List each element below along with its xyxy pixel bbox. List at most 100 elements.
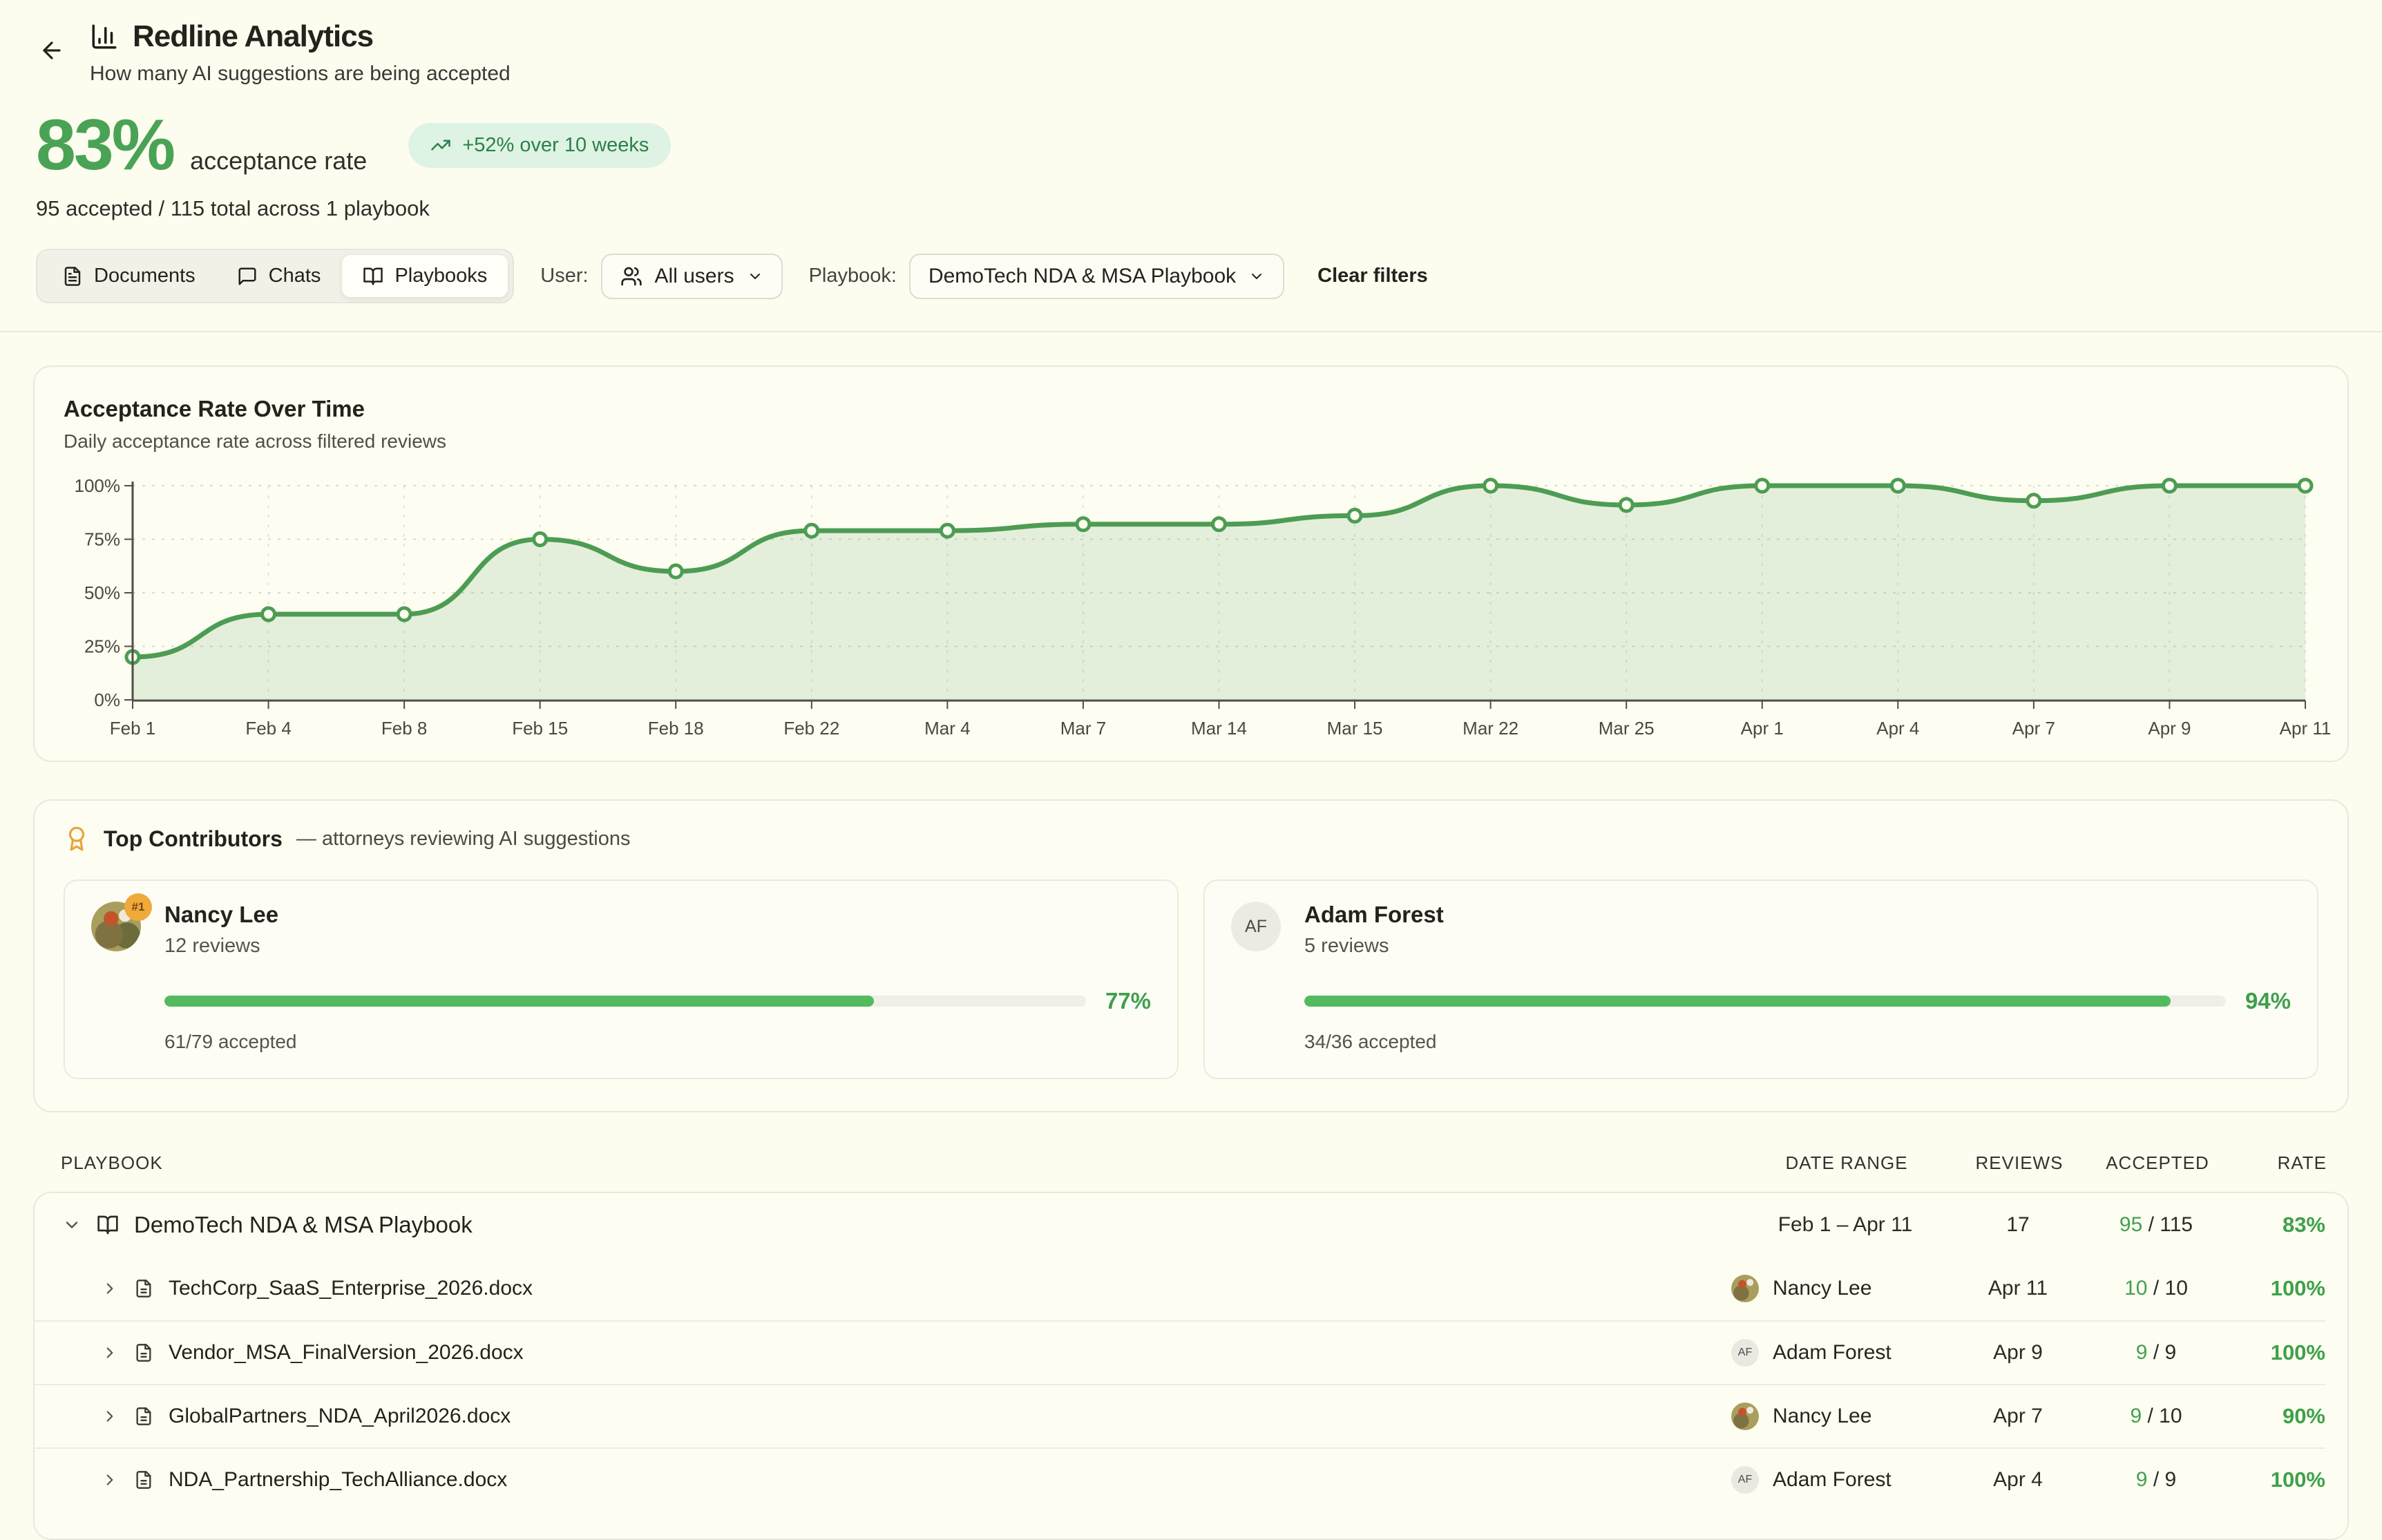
playbook-accepted: 95 / 115 [2077,1213,2236,1237]
svg-text:Feb 1: Feb 1 [110,718,156,739]
contributor-card: AFAdam Forest5 reviews94%34/36 accepted [1203,880,2318,1079]
reviewer-cell: AF Adam Forest [1731,1339,1959,1367]
trend-badge-label: +52% over 10 weeks [462,134,649,157]
svg-text:Apr 7: Apr 7 [2012,718,2055,739]
svg-text:Feb 18: Feb 18 [648,718,704,739]
chevron-down-icon [62,1215,82,1235]
svg-text:Mar 25: Mar 25 [1599,718,1655,739]
document-row[interactable]: GlobalPartners_NDA_April2026.docx Nancy L… [35,1384,2325,1447]
document-filename: Vendor_MSA_FinalVersion_2026.docx [169,1341,524,1365]
contributor-name: Nancy Lee [164,902,278,928]
acceptance-chart-card: Acceptance Rate Over Time Daily acceptan… [33,365,2349,762]
reviewer-cell: Nancy Lee [1731,1275,1959,1302]
clear-filters-button[interactable]: Clear filters [1317,265,1428,287]
line-chart-svg: 0%25%50%75%100%Feb 1Feb 4Feb 8Feb 15Feb … [64,472,2324,743]
playbook-filter-label: Playbook: [809,265,897,287]
file-text-icon [134,1407,153,1426]
contributor-name: Adam Forest [1304,902,1444,928]
svg-text:0%: 0% [94,690,120,710]
contributors-grid: #1Nancy Lee12 reviews77%61/79 acceptedAF… [64,880,2318,1079]
playbook-dropdown-value: DemoTech NDA & MSA Playbook [928,265,1236,288]
tab-documents[interactable]: Documents [41,254,216,298]
file-text-icon [62,266,83,287]
playbook-dropdown[interactable]: DemoTech NDA & MSA Playbook [909,254,1284,299]
avatar: #1 [91,902,141,951]
acceptance-progress-bar [1304,996,2226,1007]
svg-text:Mar 15: Mar 15 [1327,718,1383,739]
svg-text:Apr 4: Apr 4 [1876,718,1919,739]
reviewer-avatar: AF [1731,1466,1759,1494]
svg-text:25%: 25% [84,636,120,657]
acceptance-progress-fill [1304,996,2171,1007]
chevron-down-icon [747,268,763,285]
reviewer-name: Nancy Lee [1773,1277,1871,1300]
svg-text:Mar 22: Mar 22 [1462,718,1518,739]
reviewer-name: Adam Forest [1773,1468,1892,1492]
tab-label: Documents [94,265,196,287]
playbook-table-section: PLAYBOOK DATE RANGE REVIEWS ACCEPTED RAT… [0,1152,2382,1540]
page-header: Redline Analytics How many AI suggestion… [0,0,2382,86]
document-filename: GlobalPartners_NDA_April2026.docx [169,1405,511,1428]
chevron-right-icon [101,1407,119,1425]
reviewer-name: Nancy Lee [1773,1405,1871,1428]
document-row[interactable]: TechCorp_SaaS_Enterprise_2026.docx Nancy … [35,1257,2325,1320]
svg-text:75%: 75% [84,529,120,550]
book-open-icon [97,1214,119,1236]
svg-text:Feb 8: Feb 8 [381,718,428,739]
contributor-review-count: 12 reviews [164,935,278,958]
filter-bar: DocumentsChatsPlaybooks User: All users … [36,249,2349,303]
accepted-cell: 9 / 10 [2077,1405,2236,1428]
contributors-subtitle: — attorneys reviewing AI suggestions [296,828,631,850]
playbook-group-row[interactable]: DemoTech NDA & MSA Playbook Feb 1 – Apr … [35,1193,2325,1257]
user-dropdown-value: All users [655,265,734,288]
user-filter-label: User: [540,265,588,287]
playbook-rate: 83% [2236,1213,2325,1237]
tab-chats[interactable]: Chats [216,254,342,298]
file-text-icon [134,1279,153,1298]
tab-label: Playbooks [394,265,487,287]
acceptance-percentage: 94% [2245,988,2291,1014]
header-divider [0,331,2382,332]
trend-badge: +52% over 10 weeks [408,123,671,168]
svg-text:Mar 14: Mar 14 [1191,718,1247,739]
chart-title: Acceptance Rate Over Time [64,396,2318,422]
acceptance-rate-value: 83% [36,109,173,181]
book-open-icon [363,266,383,287]
column-header-rate: RATE [2237,1152,2327,1174]
users-icon [620,265,642,287]
document-row[interactable]: Vendor_MSA_FinalVersion_2026.docx AF Adam … [35,1320,2325,1384]
reviewer-avatar [1731,1275,1759,1302]
review-date: Apr 9 [1959,1341,2077,1365]
acceptance-rate-line-chart: 0%25%50%75%100%Feb 1Feb 4Feb 8Feb 15Feb … [64,472,2318,743]
svg-text:Apr 9: Apr 9 [2148,718,2191,739]
avatar: AF [1231,902,1281,951]
rank-badge: #1 [124,893,152,921]
svg-text:Feb 15: Feb 15 [512,718,568,739]
review-date: Apr 11 [1959,1277,2077,1300]
svg-text:100%: 100% [75,475,121,496]
acceptance-rate-label: acceptance rate [190,146,367,175]
document-filename: TechCorp_SaaS_Enterprise_2026.docx [169,1277,533,1300]
svg-text:Mar 7: Mar 7 [1060,718,1106,739]
reviewer-avatar: AF [1731,1339,1759,1367]
rate-cell: 100% [2236,1467,2325,1492]
chart-subtitle: Daily acceptance rate across filtered re… [64,430,2318,453]
svg-text:Feb 22: Feb 22 [783,718,839,739]
column-header-playbook: PLAYBOOK [61,1152,1733,1174]
rate-cell: 100% [2236,1276,2325,1301]
review-date: Apr 4 [1959,1468,2077,1492]
chevron-right-icon [101,1344,119,1362]
column-header-date-range: DATE RANGE [1733,1152,1961,1174]
tab-playbooks[interactable]: Playbooks [341,254,508,298]
accepted-cell: 10 / 10 [2077,1277,2236,1300]
document-row[interactable]: NDA_Partnership_TechAlliance.docxAFAdam … [35,1447,2325,1511]
back-button[interactable] [39,19,80,86]
user-dropdown[interactable]: All users [601,254,783,299]
accepted-count: 61/79 accepted [164,1031,1151,1053]
award-icon [64,826,90,852]
contributor-review-count: 5 reviews [1304,935,1444,958]
reviewer-name: Adam Forest [1773,1341,1892,1365]
page-title: Redline Analytics [133,19,373,54]
page-subtitle: How many AI suggestions are being accept… [90,62,511,86]
svg-text:Feb 4: Feb 4 [245,718,292,739]
